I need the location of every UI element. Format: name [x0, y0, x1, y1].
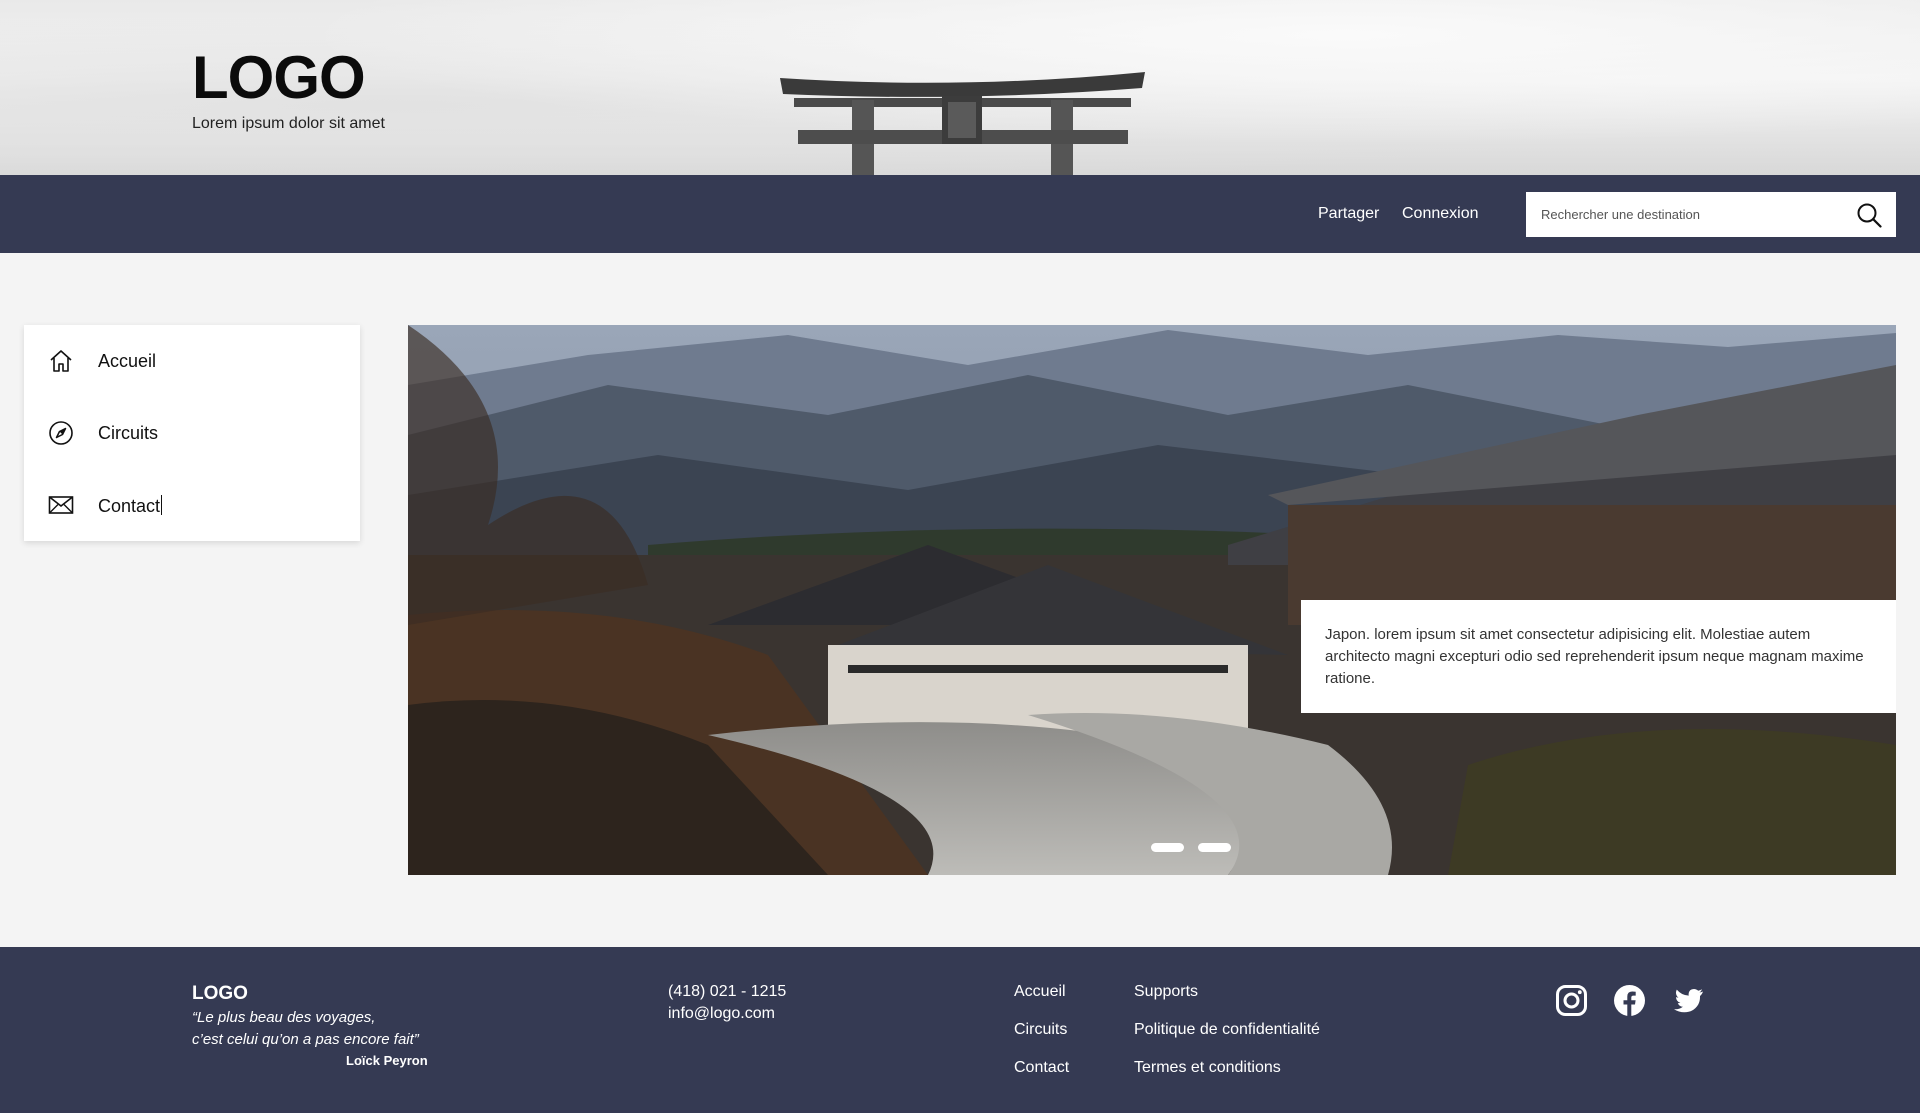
footer-quote-line: “Le plus beau des voyages, [192, 1009, 376, 1026]
hero-caption: Japon. lorem ipsum sit amet consectetur … [1301, 600, 1896, 713]
tagline: Lorem ipsum dolor sit amet [192, 115, 385, 132]
sidebar-item-circuits[interactable]: Circuits [24, 397, 360, 469]
site-header: LOGO Lorem ipsum dolor sit amet [0, 0, 1920, 175]
slider-dot-2[interactable] [1198, 843, 1231, 852]
hero-slider: Japon. lorem ipsum sit amet consectetur … [408, 325, 1896, 875]
sidebar-item-contact[interactable]: Contact [24, 469, 360, 541]
footer-link-terms[interactable]: Termes et conditions [1134, 1059, 1281, 1077]
footer-email[interactable]: info@logo.com [668, 1005, 775, 1023]
search-icon[interactable] [1856, 202, 1882, 228]
sidebar-item-label: Circuits [98, 423, 159, 443]
footer-link-contact[interactable]: Contact [1014, 1059, 1069, 1077]
footer-link-privacy[interactable]: Politique de confidentialité [1134, 1021, 1320, 1039]
login-link[interactable]: Connexion [1402, 205, 1479, 223]
footer-quote-line: c’est celui qu’on a pas encore fait” [192, 1031, 419, 1048]
footer-link-supports[interactable]: Supports [1134, 983, 1198, 1001]
sidebar-item-label: Accueil [98, 351, 157, 371]
sidebar-menu: Accueil Circuits Contact [24, 325, 360, 541]
footer-logo[interactable]: LOGO [192, 983, 248, 1005]
logo[interactable]: LOGO [192, 45, 385, 111]
twitter-icon[interactable] [1672, 984, 1705, 1017]
brand-block: LOGO Lorem ipsum dolor sit amet [192, 45, 385, 133]
instagram-icon[interactable] [1555, 984, 1588, 1017]
home-icon [50, 350, 72, 372]
footer-link-circuits[interactable]: Circuits [1014, 1021, 1067, 1039]
search-box [1526, 192, 1896, 237]
share-link[interactable]: Partager [1318, 205, 1379, 223]
envelope-icon [48, 496, 74, 514]
compass-icon [49, 421, 73, 445]
footer-quote-author: Loïck Peyron [346, 1053, 428, 1068]
torii-gate-image [780, 72, 1145, 175]
footer-phone[interactable]: (418) 021 - 1215 [668, 983, 786, 1001]
sidebar-item-accueil[interactable]: Accueil [24, 325, 360, 397]
sidebar-item-label: Contact [98, 495, 163, 516]
top-navbar: Partager Connexion [0, 175, 1920, 253]
search-input[interactable] [1526, 192, 1846, 237]
facebook-icon[interactable] [1613, 984, 1646, 1017]
site-footer: LOGO “Le plus beau des voyages, c’est ce… [0, 947, 1920, 1113]
text-caret [161, 495, 163, 515]
slider-dot-1[interactable] [1151, 843, 1184, 852]
footer-link-accueil[interactable]: Accueil [1014, 983, 1066, 1001]
